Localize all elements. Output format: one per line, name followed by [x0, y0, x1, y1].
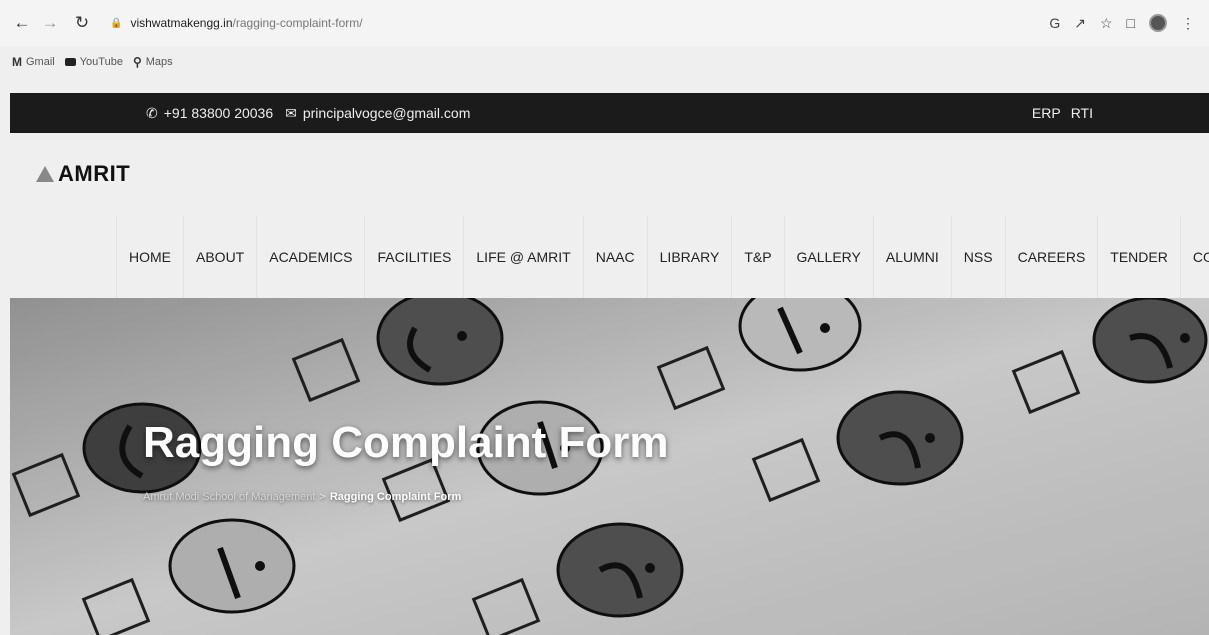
star-icon[interactable]: ☆ — [1100, 15, 1113, 32]
share-icon[interactable]: ↗ — [1074, 15, 1086, 32]
breadcrumb-home-link[interactable]: Amrut Modi School of Management — [143, 491, 315, 503]
bookmark-label: Gmail — [26, 56, 55, 68]
site-logo[interactable]: AMRIT — [36, 161, 130, 187]
sidepanel-icon[interactable]: □ — [1127, 15, 1135, 31]
logo-triangle-icon — [36, 166, 54, 182]
profile-avatar-icon[interactable] — [1149, 14, 1167, 32]
phone-number: +91 83800 20036 — [163, 105, 274, 121]
nav-item-library[interactable]: LIBRARY — [646, 216, 732, 298]
url-path: /ragging-complaint-form/ — [232, 16, 363, 30]
map-pin-icon: ⚲ — [132, 55, 142, 69]
google-icon[interactable]: G — [1049, 15, 1060, 31]
email-address: principalvogce@gmail.com — [302, 105, 471, 121]
breadcrumb-separator: > — [319, 491, 326, 503]
forward-arrow-icon[interactable]: → — [38, 11, 62, 35]
youtube-icon — [64, 58, 76, 66]
logo-text: AMRIT — [58, 161, 131, 186]
bookmark-label: Maps — [145, 56, 173, 68]
bookmark-label: YouTube — [79, 56, 123, 68]
nav-item-gallery[interactable]: GALLERY — [783, 216, 873, 298]
erp-link[interactable]: ERP — [1032, 105, 1061, 121]
nav-item-naac[interactable]: NAAC — [582, 216, 647, 298]
breadcrumb-current: Ragging Complaint Form — [329, 491, 462, 503]
breadcrumb: Amrut Modi School of Management > Raggin… — [143, 491, 461, 503]
back-arrow-icon[interactable]: ← — [10, 11, 34, 35]
lock-icon: 🔒 — [110, 17, 123, 29]
nav-item-alumni[interactable]: ALUMNI — [872, 216, 951, 298]
nav-item-home[interactable]: HOME — [116, 216, 183, 298]
url-host: vishwatmakengg.in — [130, 16, 233, 30]
nav-item-tnp[interactable]: T&P — [731, 216, 783, 298]
nav-item-about[interactable]: ABOUT — [183, 216, 256, 298]
reload-icon[interactable]: ↻ — [70, 11, 94, 35]
nav-item-careers[interactable]: CAREERS — [1004, 216, 1098, 298]
phone-link[interactable]: ✆ +91 83800 20036 — [146, 105, 273, 122]
bookmark-gmail[interactable]: M Gmail — [12, 55, 55, 69]
gmail-icon: M — [12, 55, 22, 69]
bookmark-youtube[interactable]: YouTube — [64, 56, 123, 68]
menu-dots-icon[interactable]: ⋮ — [1181, 15, 1195, 32]
contact-topbar: ✆ +91 83800 20036 ✉ principalvogce@gmail… — [10, 93, 1209, 133]
nav-item-contact[interactable]: CONTACT — [1179, 216, 1209, 298]
address-bar[interactable]: 🔒 vishwatmakengg.in /ragging-complaint-f… — [110, 16, 363, 30]
main-navigation: HOME ABOUT ACADEMICS FACILITIES LIFE @ A… — [116, 216, 1209, 298]
email-link[interactable]: ✉ principalvogce@gmail.com — [285, 105, 470, 122]
bookmarks-bar: M Gmail YouTube ⚲ Maps — [0, 48, 1209, 76]
browser-toolbar: ← → ↻ 🔒 vishwatmakengg.in /ragging-compl… — [0, 0, 1209, 46]
browser-actions: G ↗ ☆ □ ⋮ — [1049, 14, 1195, 32]
topbar-links: ERP RTI — [1032, 105, 1093, 121]
hero-banner: Ragging Complaint Form Amrut Modi School… — [10, 298, 1209, 635]
page: ← → ↻ 🔒 vishwatmakengg.in /ragging-compl… — [0, 0, 1209, 635]
nav-item-life-at-amrit[interactable]: LIFE @ AMRIT — [463, 216, 582, 298]
rti-link[interactable]: RTI — [1071, 105, 1093, 121]
nav-item-tender[interactable]: TENDER — [1097, 216, 1180, 298]
envelope-icon: ✉ — [285, 104, 297, 121]
phone-icon: ✆ — [146, 104, 158, 121]
nav-item-academics[interactable]: ACADEMICS — [256, 216, 364, 298]
nav-item-nss[interactable]: NSS — [950, 216, 1005, 298]
bookmark-maps[interactable]: ⚲ Maps — [133, 55, 173, 69]
page-title: Ragging Complaint Form — [143, 418, 669, 467]
nav-item-facilities[interactable]: FACILITIES — [364, 216, 463, 298]
